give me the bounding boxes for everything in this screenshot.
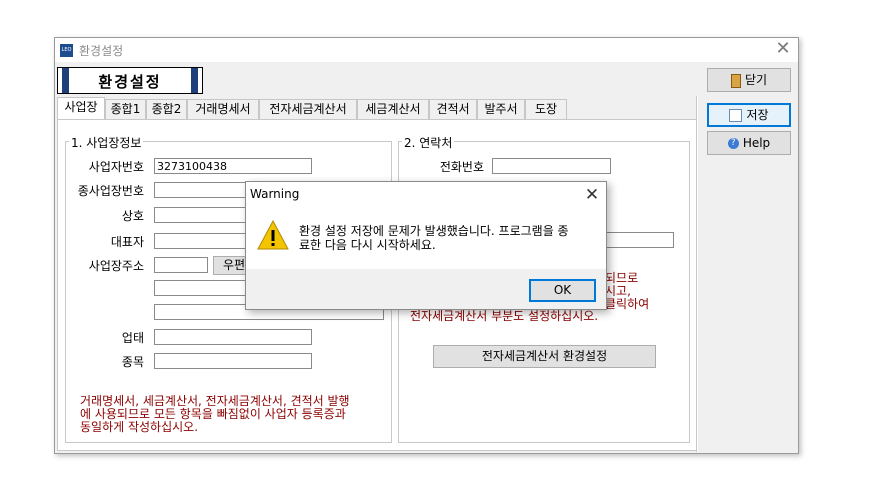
window-close-icon[interactable]: ✕ [773, 39, 793, 59]
ceo-label: 대표자 [110, 235, 144, 249]
tab-purchase-order[interactable]: 발주서 [477, 99, 525, 119]
contact-note-last: 전자세금계산서 부분도 설정하십시오. [410, 309, 599, 323]
reg-no-input[interactable]: 3273100438 [154, 158, 312, 174]
tab-general1[interactable]: 종합1 [105, 99, 146, 119]
business-group-title: 1. 사업장정보 [69, 134, 144, 151]
title-bar: LEO 환경설정 ✕ [55, 38, 798, 62]
tab-business[interactable]: 사업장 [57, 97, 105, 120]
window-title: 환경설정 [79, 44, 124, 58]
dialog-title: Warning [250, 187, 300, 201]
tab-stamp[interactable]: 도장 [525, 99, 567, 119]
header-title: 환경설정 [98, 73, 162, 91]
save-icon [729, 109, 743, 122]
door-icon [730, 73, 741, 88]
phone-label: 전화번호 [439, 160, 484, 174]
tab-tax-invoice[interactable]: 세금계산서 [357, 99, 429, 119]
help-button[interactable]: ? Help [707, 131, 791, 155]
biz-type-label: 업태 [121, 331, 144, 345]
tab-statement[interactable]: 거래명세서 [187, 99, 259, 119]
help-button-label: Help [742, 136, 771, 150]
warning-dialog: Warning ✕ 환경 설정 저장에 문제가 발생했습니다. 프로그램을 종 … [245, 181, 607, 310]
dialog-message-line2: 료한 다음 다시 시작하세요. [299, 238, 436, 252]
close-button-label: 닫기 [744, 73, 768, 87]
tab-estimate[interactable]: 견적서 [429, 99, 477, 119]
tab-general2[interactable]: 종합2 [146, 99, 187, 119]
sub-reg-no-label: 종사업장번호 [77, 184, 144, 198]
phone-input[interactable] [492, 158, 611, 174]
contact-group-title: 2. 연락처 [402, 134, 455, 151]
business-note: 거래명세서, 세금계산서, 전자세금계산서, 견적서 발행 에 사용되므로 모든… [80, 395, 380, 434]
contact-note-partial: 되므로 시고, 클릭하여 [605, 272, 695, 311]
address-label: 사업장주소 [88, 259, 144, 273]
header-title-box: 환경설정 [57, 67, 203, 94]
app-icon: LEO [60, 44, 73, 57]
reg-no-label: 사업자번호 [88, 160, 144, 174]
dialog-message-line1: 환경 설정 저장에 문제가 발생했습니다. 프로그램을 종 [299, 224, 569, 238]
biz-item-label: 종목 [121, 355, 144, 369]
save-button-label: 저장 [746, 108, 769, 122]
help-icon: ? [727, 138, 739, 149]
dialog-message: 환경 설정 저장에 문제가 발생했습니다. 프로그램을 종 료한 다음 다시 시… [299, 224, 599, 252]
biz-item-input[interactable] [154, 353, 312, 369]
biz-type-input[interactable] [154, 329, 312, 345]
save-button[interactable]: 저장 [707, 103, 791, 127]
contact-field-input[interactable] [606, 232, 674, 248]
close-button[interactable]: 닫기 [707, 68, 791, 92]
zipcode-input[interactable] [154, 257, 208, 273]
business-note-line3: 동일하게 작성하십시오. [80, 420, 199, 434]
e-tax-invoice-settings-button[interactable]: 전자세금계산서 환경설정 [433, 345, 656, 368]
ok-button[interactable]: OK [529, 279, 596, 302]
warning-icon [257, 220, 289, 250]
dialog-close-icon[interactable]: ✕ [582, 185, 602, 205]
tab-e-tax-invoice[interactable]: 전자세금계산서 [259, 99, 357, 119]
company-label: 상호 [121, 209, 144, 223]
